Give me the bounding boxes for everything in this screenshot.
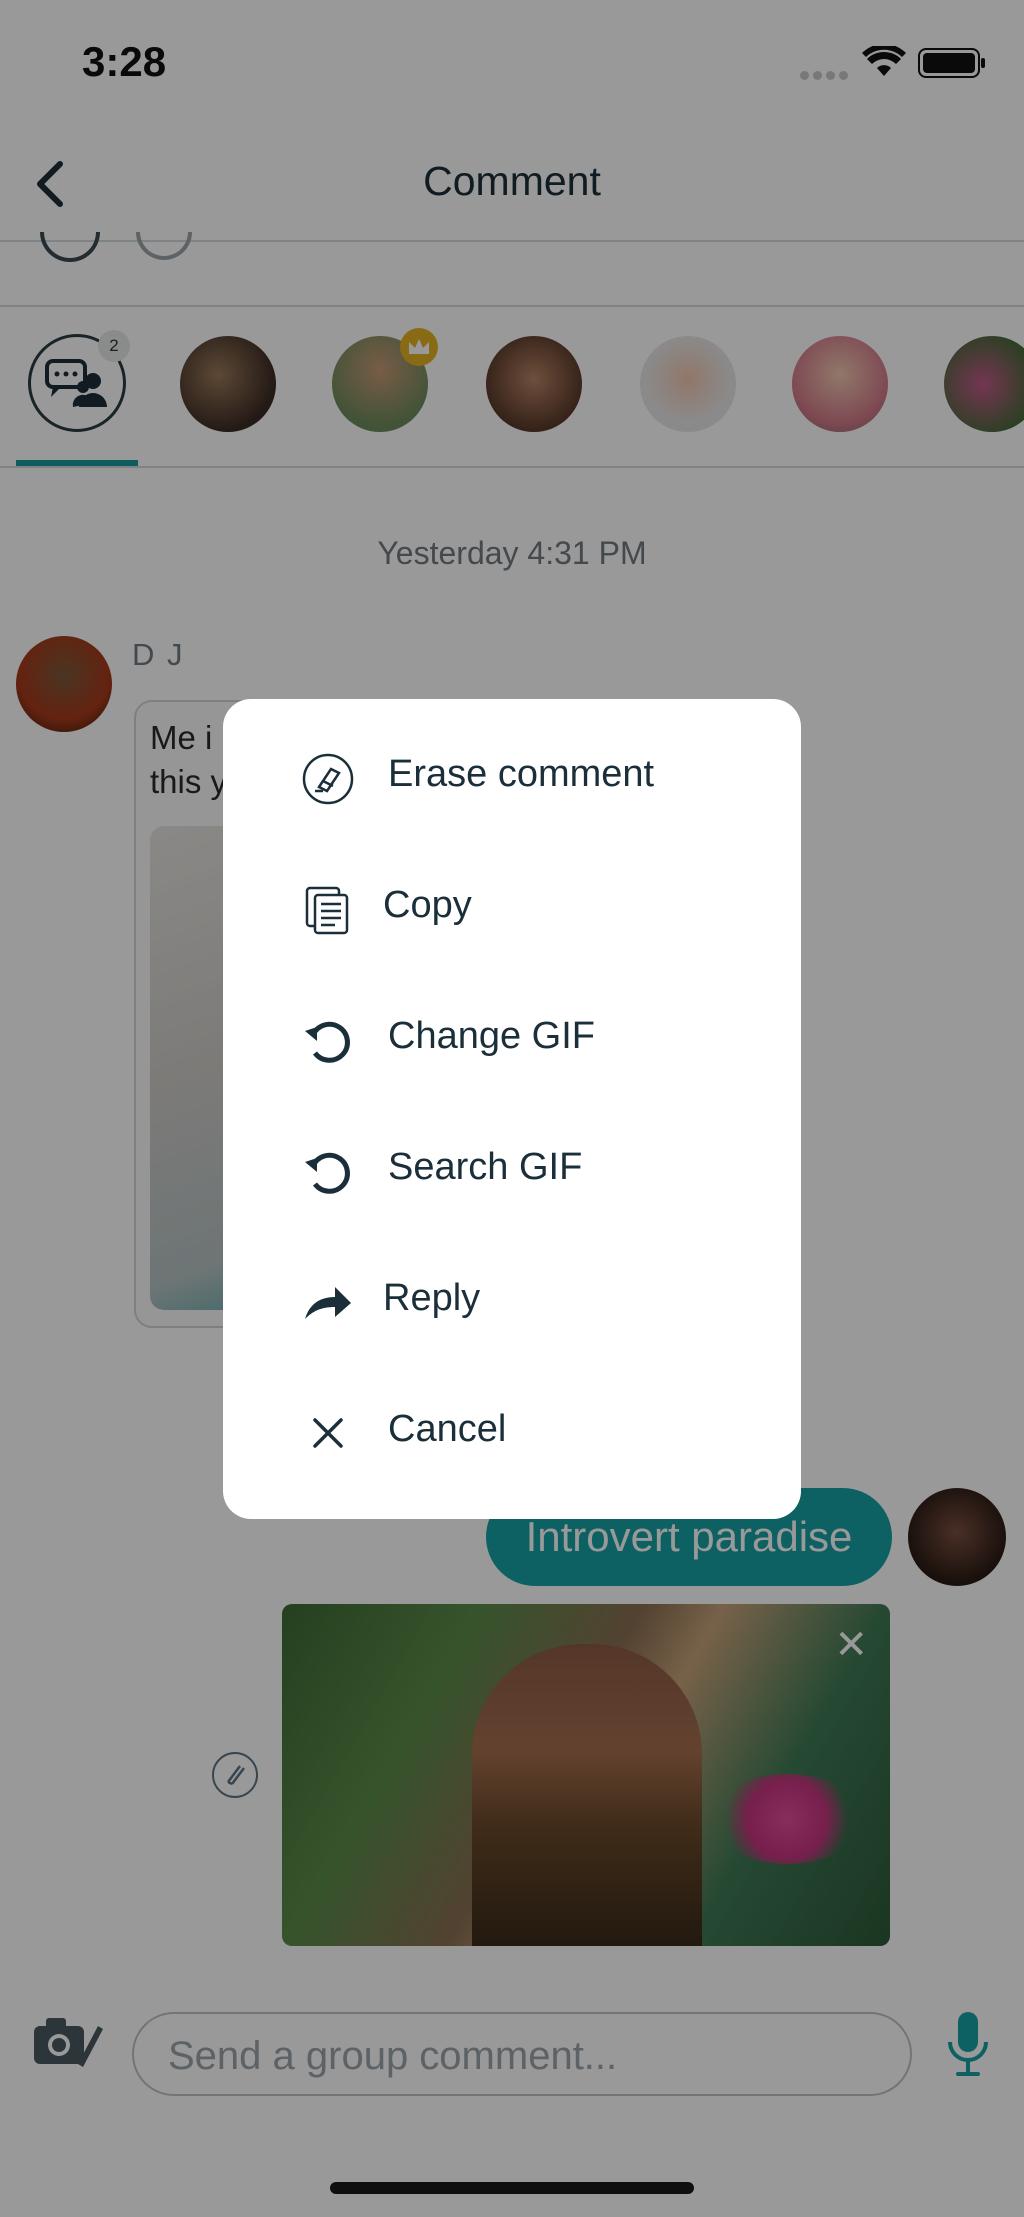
refresh-icon bbox=[305, 1021, 350, 1063]
menu-item-reply[interactable]: Reply bbox=[223, 1239, 801, 1370]
menu-label: Search GIF bbox=[388, 1146, 583, 1188]
menu-item-change-gif[interactable]: Change GIF bbox=[223, 977, 801, 1108]
menu-label: Copy bbox=[383, 884, 472, 926]
menu-item-erase-comment[interactable]: Erase comment bbox=[223, 715, 801, 846]
refresh-icon bbox=[305, 1152, 350, 1194]
menu-label: Change GIF bbox=[388, 1015, 595, 1057]
context-menu: Erase comment Copy Change GIF Search GIF… bbox=[223, 699, 801, 1519]
menu-label: Erase comment bbox=[388, 753, 655, 795]
reply-arrow-icon bbox=[305, 1287, 351, 1319]
menu-item-search-gif[interactable]: Search GIF bbox=[223, 1108, 801, 1239]
menu-item-cancel[interactable]: Cancel bbox=[223, 1370, 801, 1501]
menu-item-copy[interactable]: Copy bbox=[223, 846, 801, 977]
copy-icon bbox=[305, 886, 349, 935]
menu-label: Cancel bbox=[388, 1408, 507, 1450]
close-icon bbox=[313, 1418, 343, 1448]
menu-label: Reply bbox=[383, 1277, 481, 1319]
erase-icon bbox=[302, 753, 354, 805]
